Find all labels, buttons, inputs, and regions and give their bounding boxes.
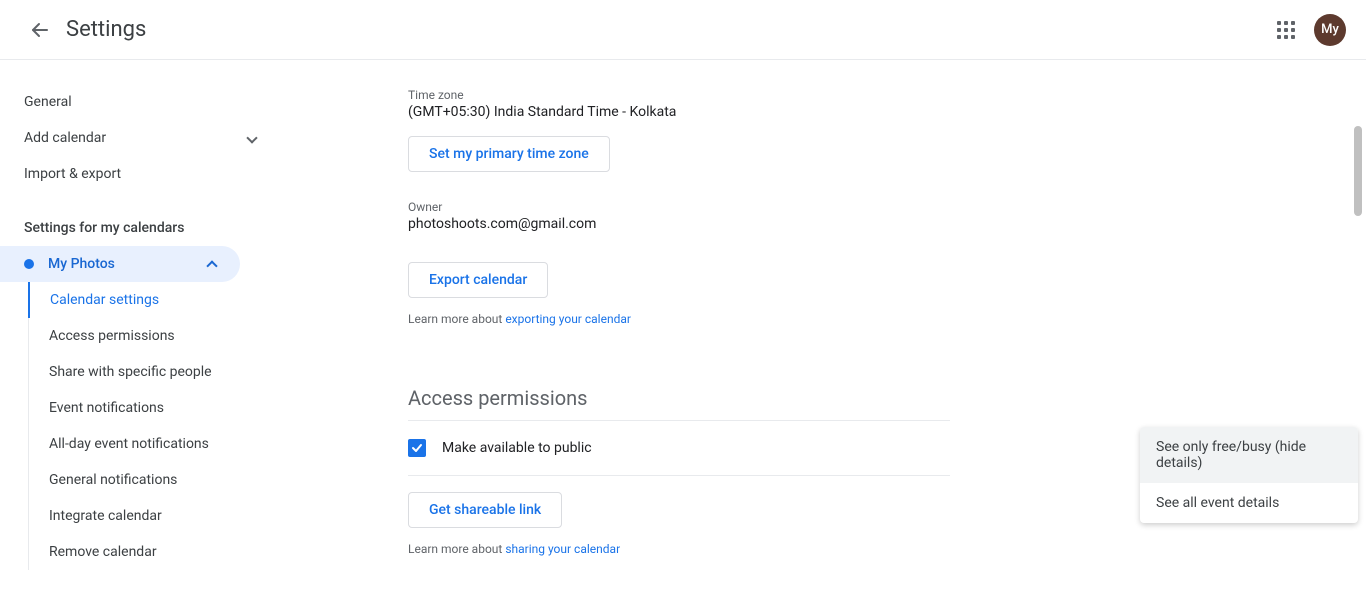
- export-calendar-button[interactable]: Export calendar: [408, 262, 548, 298]
- sidebar-item-general[interactable]: General: [0, 84, 280, 120]
- calendar-color-dot: [24, 259, 34, 269]
- subnav-share-specific[interactable]: Share with specific people: [29, 354, 280, 390]
- sidebar-calendar-my-photos[interactable]: My Photos: [0, 246, 240, 282]
- make-public-label: Make available to public: [442, 440, 592, 456]
- back-button[interactable]: [20, 10, 60, 50]
- sidebar-item-label: Add calendar: [24, 130, 106, 146]
- learn-share-text: Learn more about sharing your calendar: [408, 542, 950, 556]
- sidebar-subnav: Calendar settings Access permissions Sha…: [28, 282, 280, 570]
- subnav-all-day-notifications[interactable]: All-day event notifications: [29, 426, 280, 462]
- timezone-value: (GMT+05:30) India Standard Time - Kolkat…: [408, 104, 950, 120]
- subnav-general-notifications[interactable]: General notifications: [29, 462, 280, 498]
- app-header: Settings My: [0, 0, 1366, 60]
- chevron-down-icon: [246, 132, 257, 143]
- subnav-access-permissions[interactable]: Access permissions: [29, 318, 280, 354]
- account-avatar[interactable]: My: [1314, 14, 1346, 46]
- learn-export-text: Learn more about exporting your calendar: [408, 312, 950, 326]
- apps-grid-icon: [1277, 21, 1295, 39]
- chevron-up-icon: [206, 260, 217, 271]
- learn-export-link[interactable]: exporting your calendar: [505, 312, 631, 326]
- public-visibility-row: Make available to public: [408, 421, 950, 476]
- dropdown-option-freebusy[interactable]: See only free/busy (hide details): [1140, 427, 1358, 483]
- google-apps-button[interactable]: [1266, 10, 1306, 50]
- spacer: [408, 232, 950, 252]
- access-permissions-title: Access permissions: [408, 386, 950, 410]
- learn-share-link[interactable]: sharing your calendar: [505, 542, 620, 556]
- content-scroll-area[interactable]: Time zone (GMT+05:30) India Standard Tim…: [280, 60, 1366, 614]
- learn-export-prefix: Learn more about: [408, 312, 505, 326]
- owner-value: photoshoots.com@gmail.com: [408, 216, 950, 232]
- get-shareable-link-button[interactable]: Get shareable link: [408, 492, 562, 528]
- main-layout: General Add calendar Import & export Set…: [0, 60, 1366, 614]
- subnav-event-notifications[interactable]: Event notifications: [29, 390, 280, 426]
- sidebar-item-add-calendar[interactable]: Add calendar: [0, 120, 280, 156]
- arrow-left-icon: [28, 18, 52, 42]
- make-public-checkbox[interactable]: [408, 439, 426, 457]
- sidebar-item-label: Import & export: [24, 166, 121, 182]
- sidebar-item-import-export[interactable]: Import & export: [0, 156, 280, 192]
- scrollbar-thumb[interactable]: [1354, 126, 1362, 216]
- subnav-integrate-calendar[interactable]: Integrate calendar: [29, 498, 280, 534]
- page-title: Settings: [66, 17, 146, 42]
- visibility-dropdown-menu: See only free/busy (hide details) See al…: [1140, 427, 1358, 523]
- calendar-name-label: My Photos: [48, 256, 115, 272]
- set-primary-timezone-button[interactable]: Set my primary time zone: [408, 136, 610, 172]
- learn-share-prefix: Learn more about: [408, 542, 505, 556]
- subnav-calendar-settings[interactable]: Calendar settings: [28, 282, 280, 318]
- dropdown-option-all-details[interactable]: See all event details: [1140, 483, 1358, 523]
- subnav-remove-calendar[interactable]: Remove calendar: [29, 534, 280, 570]
- sidebar-section-header: Settings for my calendars: [0, 210, 280, 246]
- check-icon: [410, 441, 424, 455]
- content-section: Time zone (GMT+05:30) India Standard Tim…: [280, 88, 950, 614]
- sidebar-item-label: General: [24, 94, 72, 110]
- sidebar-spacer: [0, 192, 280, 210]
- timezone-label: Time zone: [408, 88, 950, 102]
- owner-label: Owner: [408, 200, 950, 214]
- sidebar: General Add calendar Import & export Set…: [0, 60, 280, 614]
